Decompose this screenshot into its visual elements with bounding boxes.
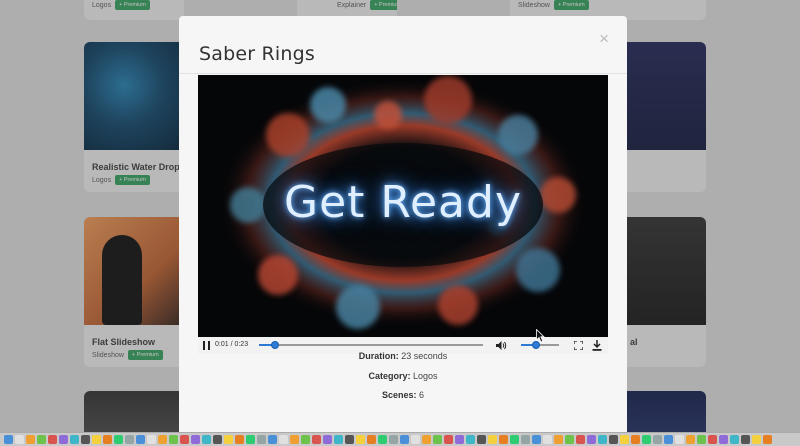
dock-app-icon[interactable]	[521, 435, 530, 444]
dock-app-icon[interactable]	[367, 435, 376, 444]
dock-app-icon[interactable]	[37, 435, 46, 444]
dock-app-icon[interactable]	[213, 435, 222, 444]
dock-app-icon[interactable]	[620, 435, 629, 444]
dock-app-icon[interactable]	[664, 435, 673, 444]
dock-app-icon[interactable]	[400, 435, 409, 444]
scenes-info: Scenes: 6	[179, 390, 627, 400]
time-display: 0:01 / 0:23	[215, 341, 249, 348]
dock-app-icon[interactable]	[433, 435, 442, 444]
dock-app-icon[interactable]	[125, 435, 134, 444]
dock-app-icon[interactable]	[499, 435, 508, 444]
modal-title: Saber Rings	[199, 43, 315, 65]
dock-app-icon[interactable]	[510, 435, 519, 444]
dock-app-icon[interactable]	[477, 435, 486, 444]
dock-app-icon[interactable]	[543, 435, 552, 444]
dock-app-icon[interactable]	[312, 435, 321, 444]
dock-app-icon[interactable]	[422, 435, 431, 444]
seek-bar[interactable]	[259, 341, 483, 349]
dock-app-icon[interactable]	[609, 435, 618, 444]
dock-app-icon[interactable]	[741, 435, 750, 444]
dock-app-icon[interactable]	[345, 435, 354, 444]
category-label: Category:	[368, 371, 411, 381]
dock-app-icon[interactable]	[180, 435, 189, 444]
dock-app-icon[interactable]	[719, 435, 728, 444]
dock-app-icon[interactable]	[279, 435, 288, 444]
dock-app-icon[interactable]	[576, 435, 585, 444]
dock-app-icon[interactable]	[411, 435, 420, 444]
duration-label: Duration:	[358, 351, 399, 361]
dock-app-icon[interactable]	[389, 435, 398, 444]
duration-info: Duration: 23 seconds	[179, 351, 627, 361]
dock-app-icon[interactable]	[158, 435, 167, 444]
dock-app-icon[interactable]	[257, 435, 266, 444]
dock-app-icon[interactable]	[378, 435, 387, 444]
volume-slider[interactable]	[521, 341, 559, 349]
os-dock	[0, 432, 800, 446]
dock-app-icon[interactable]	[708, 435, 717, 444]
duration-value: 23 seconds	[401, 351, 448, 361]
dock-app-icon[interactable]	[356, 435, 365, 444]
dock-app-icon[interactable]	[466, 435, 475, 444]
dock-app-icon[interactable]	[598, 435, 607, 444]
dock-app-icon[interactable]	[4, 435, 13, 444]
fullscreen-icon[interactable]	[574, 341, 583, 350]
dock-app-icon[interactable]	[653, 435, 662, 444]
dock-app-icon[interactable]	[290, 435, 299, 444]
dock-app-icon[interactable]	[15, 435, 24, 444]
dock-app-icon[interactable]	[224, 435, 233, 444]
dock-app-icon[interactable]	[631, 435, 640, 444]
dock-app-icon[interactable]	[554, 435, 563, 444]
dock-app-icon[interactable]	[675, 435, 684, 444]
volume-icon[interactable]	[495, 340, 507, 351]
dock-app-icon[interactable]	[642, 435, 651, 444]
dock-app-icon[interactable]	[147, 435, 156, 444]
video-player[interactable]: Get Ready	[198, 75, 608, 337]
mouse-cursor-icon	[536, 329, 545, 343]
seek-handle[interactable]	[270, 341, 279, 349]
modal-divider	[179, 73, 627, 74]
dock-app-icon[interactable]	[103, 435, 112, 444]
dock-app-icon[interactable]	[70, 435, 79, 444]
dock-app-icon[interactable]	[334, 435, 343, 444]
preview-modal: Saber Rings × Get Ready 0:01 / 0:23 Dura…	[179, 16, 627, 446]
dock-app-icon[interactable]	[81, 435, 90, 444]
dock-app-icon[interactable]	[26, 435, 35, 444]
scenes-label: Scenes:	[381, 390, 417, 400]
scenes-value: 6	[419, 390, 425, 400]
dock-app-icon[interactable]	[587, 435, 596, 444]
dock-app-icon[interactable]	[323, 435, 332, 444]
dock-app-icon[interactable]	[752, 435, 761, 444]
dock-app-icon[interactable]	[730, 435, 739, 444]
dock-app-icon[interactable]	[235, 435, 244, 444]
dock-app-icon[interactable]	[455, 435, 464, 444]
dock-app-icon[interactable]	[301, 435, 310, 444]
dock-app-icon[interactable]	[202, 435, 211, 444]
dock-app-icon[interactable]	[136, 435, 145, 444]
dock-app-icon[interactable]	[59, 435, 68, 444]
category-info: Category: Logos	[179, 371, 627, 381]
dock-app-icon[interactable]	[763, 435, 772, 444]
dock-app-icon[interactable]	[246, 435, 255, 444]
dock-app-icon[interactable]	[565, 435, 574, 444]
dock-app-icon[interactable]	[444, 435, 453, 444]
dock-app-icon[interactable]	[488, 435, 497, 444]
dock-app-icon[interactable]	[169, 435, 178, 444]
dock-app-icon[interactable]	[686, 435, 695, 444]
dock-app-icon[interactable]	[48, 435, 57, 444]
download-icon[interactable]	[592, 340, 602, 351]
category-value: Logos	[413, 371, 438, 381]
dock-app-icon[interactable]	[92, 435, 101, 444]
video-title-text: Get Ready	[283, 177, 522, 228]
dock-app-icon[interactable]	[697, 435, 706, 444]
close-icon[interactable]: ×	[599, 29, 609, 49]
pause-icon[interactable]	[203, 341, 211, 350]
dock-app-icon[interactable]	[532, 435, 541, 444]
dock-app-icon[interactable]	[114, 435, 123, 444]
dock-app-icon[interactable]	[191, 435, 200, 444]
dock-app-icon[interactable]	[268, 435, 277, 444]
